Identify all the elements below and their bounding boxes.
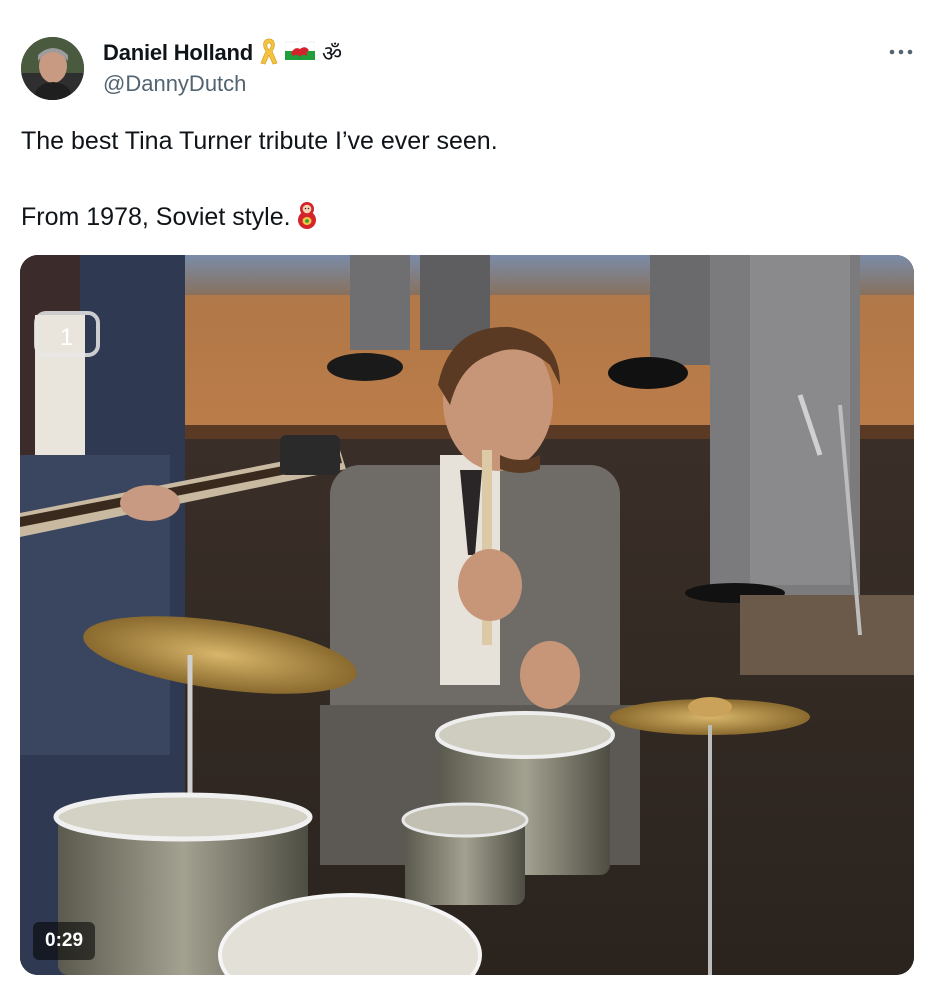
avatar[interactable] bbox=[21, 37, 84, 100]
tweet-text: The best Tina Turner tribute I’ve ever s… bbox=[21, 122, 901, 241]
avatar-image bbox=[21, 37, 84, 100]
author-name-row: Daniel Holland ॐ bbox=[103, 37, 342, 69]
video-frame: 1 bbox=[20, 255, 914, 975]
om-symbol-icon: ॐ bbox=[322, 42, 343, 67]
yellow-ribbon-icon bbox=[258, 36, 280, 71]
more-icon bbox=[889, 49, 913, 55]
video-duration-badge: 0:29 bbox=[33, 922, 96, 960]
author-handle[interactable]: @DannyDutch bbox=[103, 71, 246, 97]
nesting-doll-icon bbox=[295, 200, 319, 241]
channel-logo: 1 bbox=[60, 324, 73, 351]
display-name[interactable]: Daniel Holland bbox=[103, 40, 253, 66]
tweet-text-line2: From 1978, Soviet style. bbox=[21, 203, 291, 231]
video-player[interactable]: 1 bbox=[20, 255, 914, 975]
tweet-text-line1: The best Tina Turner tribute I’ve ever s… bbox=[21, 127, 498, 155]
more-options-button[interactable] bbox=[884, 42, 918, 62]
welsh-flag-icon bbox=[284, 40, 316, 67]
